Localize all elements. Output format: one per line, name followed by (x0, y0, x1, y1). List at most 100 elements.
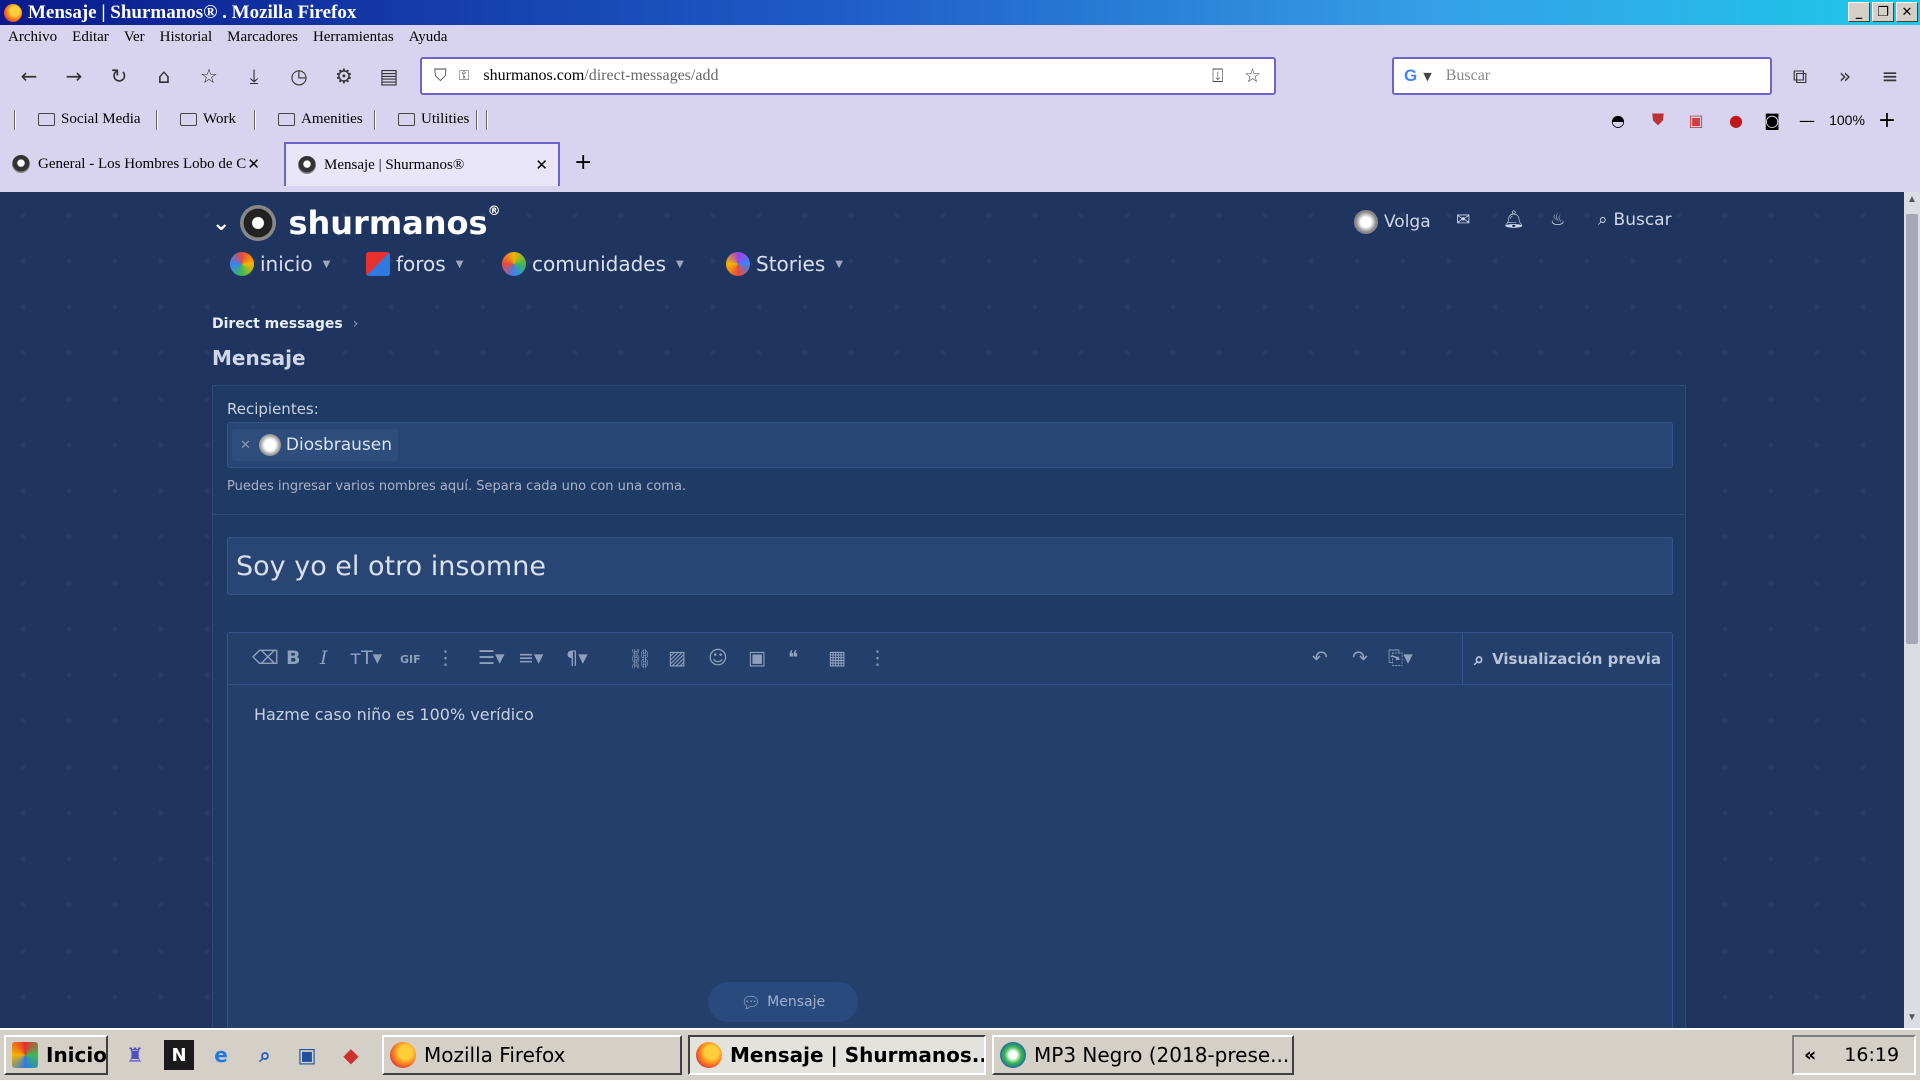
bookmarks-star-icon[interactable]: ☆ (194, 61, 224, 91)
paragraph-icon[interactable]: ¶▾ (566, 647, 588, 669)
home-icon[interactable]: ⌂ (149, 61, 179, 91)
notion-icon[interactable]: N (164, 1040, 194, 1070)
internet-explorer-icon[interactable]: e (206, 1040, 236, 1070)
menu-ver[interactable]: Ver (124, 29, 145, 46)
forward-icon[interactable]: → (59, 61, 89, 91)
start-button[interactable]: Inicio (4, 1035, 108, 1075)
tab-mensaje[interactable]: Mensaje | Shurmanos® ✕ (284, 142, 560, 186)
chevron-down-icon[interactable]: ▼ (1423, 70, 1431, 83)
close-tab-icon[interactable]: ✕ (247, 155, 260, 173)
italic-icon[interactable]: I (320, 647, 328, 669)
install-page-icon[interactable]: ⍗ (1212, 65, 1223, 87)
extensions-icon[interactable]: ⧉ (1785, 61, 1815, 91)
restore-button[interactable]: ❐ (1872, 2, 1894, 22)
nav-foros[interactable]: foros ▼ (366, 252, 502, 276)
taskbar-firefox[interactable]: Mozilla Firefox (382, 1035, 682, 1075)
nav-stories[interactable]: Stories ▼ (726, 252, 843, 276)
zoom-out-icon[interactable]: — (1796, 108, 1818, 132)
bookmark-folder-utilities[interactable]: Utilities (398, 108, 469, 130)
emoji-icon[interactable]: ☺ (708, 647, 728, 669)
recipients-input[interactable]: ✕ Diosbrausen (227, 422, 1673, 468)
incognito-mask-icon[interactable]: ◓ (1606, 108, 1630, 132)
menu-ayuda[interactable]: Ayuda (409, 29, 448, 46)
eraser-icon[interactable]: ⌫ (252, 647, 279, 669)
reload-icon[interactable]: ↻ (104, 61, 134, 91)
hamburger-menu-icon[interactable]: ≡ (1875, 61, 1905, 91)
bookmark-folder-work[interactable]: Work (180, 108, 236, 130)
link-icon[interactable]: ⛓ (628, 647, 652, 670)
tracking-shield-icon[interactable]: ⛉ (434, 66, 447, 86)
quote-icon[interactable]: ❝ (788, 647, 798, 669)
message-body[interactable]: Hazme caso niño es 100% verídico (254, 705, 534, 724)
menu-historial[interactable]: Historial (160, 29, 213, 46)
nav-inicio[interactable]: inicio ▼ (230, 252, 366, 276)
settings-gear-icon[interactable]: ⚙ (329, 61, 359, 91)
search-bar[interactable]: G ▼ Buscar (1392, 57, 1772, 95)
library-icon[interactable]: ▤ (374, 61, 404, 91)
bold-icon[interactable]: B (286, 647, 300, 669)
google-icon[interactable]: G (1404, 66, 1417, 86)
overflow-chevron-icon[interactable]: » (1830, 61, 1860, 91)
tab-general[interactable]: General - Los Hombres Lobo de Castronegr… (0, 142, 270, 186)
media-extension-icon[interactable]: ● (1724, 108, 1748, 132)
quicklaunch-app-icon[interactable]: ♜ (120, 1040, 150, 1070)
inbox-envelope-icon[interactable]: ✉ (1456, 210, 1470, 230)
send-message-button[interactable]: 💬︎ Mensaje (708, 982, 858, 1022)
list-icon[interactable]: ☰▾ (478, 647, 505, 669)
more-options-icon[interactable]: ⋮ (868, 647, 887, 669)
scroll-up-icon[interactable]: ▲ (1904, 194, 1920, 205)
zoom-in-icon[interactable]: + (1874, 108, 1900, 133)
breadcrumb[interactable]: Direct messages › (212, 316, 358, 332)
menu-editar[interactable]: Editar (72, 29, 109, 46)
taskbar-mensaje-shurmanos[interactable]: Mensaje | Shurmanos... (688, 1035, 986, 1075)
back-icon[interactable]: ← (14, 61, 44, 91)
scrollbar-thumb[interactable] (1906, 214, 1918, 644)
gif-icon[interactable]: GIF (400, 653, 421, 666)
close-window-button[interactable]: ✕ (1896, 2, 1918, 22)
url-bar[interactable]: ⛉ ⚿ shurmanos.com/direct-messages/add ⍗ … (420, 57, 1276, 95)
remove-recipient-icon[interactable]: ✕ (240, 438, 251, 453)
permissions-icon[interactable]: ⚿ (459, 68, 470, 84)
undo-icon[interactable]: ↶ (1312, 647, 1328, 669)
history-icon[interactable]: ◷ (284, 61, 314, 91)
screenshot-camera-icon[interactable]: ◙ (1760, 108, 1784, 132)
close-tab-icon[interactable]: ✕ (535, 156, 548, 174)
subject-input[interactable]: Soy yo el otro insomne (227, 537, 1673, 595)
drafts-icon[interactable]: ⎘▾ (1388, 647, 1413, 669)
text-size-icon[interactable]: тT▾ (350, 647, 382, 669)
quicklaunch-paint-icon[interactable]: ◆ (336, 1040, 366, 1070)
image-icon[interactable]: ▨ (668, 647, 686, 669)
user-account[interactable]: Volga (1354, 210, 1431, 234)
more-options-icon[interactable]: ⋮ (436, 647, 455, 669)
menu-toggle-chevron-icon[interactable]: ⌄ (212, 211, 230, 236)
menu-herramientas[interactable]: Herramientas (313, 29, 394, 46)
quicklaunch-window-icon[interactable]: ▣ (292, 1040, 322, 1070)
media-icon[interactable]: ▣ (748, 647, 766, 669)
align-icon[interactable]: ≡▾ (518, 647, 543, 669)
taskbar-mp3-negro[interactable]: MP3 Negro (2018-prese... (992, 1035, 1294, 1075)
ublock-shield-icon[interactable]: ⛊ (1646, 108, 1670, 132)
minimize-button[interactable]: _ (1848, 2, 1870, 22)
bookmark-page-star-icon[interactable]: ☆ (1244, 65, 1261, 87)
menu-archivo[interactable]: Archivo (8, 29, 57, 46)
redo-icon[interactable]: ↷ (1352, 647, 1368, 669)
zoom-level[interactable]: 100% (1822, 108, 1872, 132)
bookmark-folder-amenities[interactable]: Amenities (278, 108, 363, 130)
search-files-icon[interactable]: ⌕ (250, 1040, 280, 1070)
menu-marcadores[interactable]: Marcadores (227, 29, 298, 46)
nav-comunidades[interactable]: comunidades ▼ (502, 252, 726, 276)
downloads-icon[interactable]: ⤓ (239, 61, 269, 91)
new-tab-icon[interactable]: + (574, 150, 592, 175)
scroll-down-icon[interactable]: ▼ (1904, 1012, 1920, 1023)
notifications-bell-icon[interactable]: 🔔︎ (1503, 210, 1525, 230)
table-icon[interactable]: ▦ (828, 647, 846, 669)
clock[interactable]: 16:19 (1844, 1044, 1899, 1066)
site-header-logo[interactable]: ⌄ shurmanos® (212, 204, 501, 242)
bookmark-folder-social-media[interactable]: Social Media (38, 108, 141, 130)
preview-button[interactable]: ⌕ Visualización previa (1462, 633, 1672, 685)
page-scrollbar[interactable]: ▲ ▼ (1904, 192, 1920, 1028)
pdf-extension-icon[interactable]: ▣ (1684, 108, 1708, 132)
whats-new-flame-icon[interactable]: ♨ (1550, 210, 1565, 230)
url-text[interactable]: shurmanos.com/direct-messages/add (483, 67, 718, 85)
tray-expand-icon[interactable]: « (1804, 1044, 1816, 1066)
